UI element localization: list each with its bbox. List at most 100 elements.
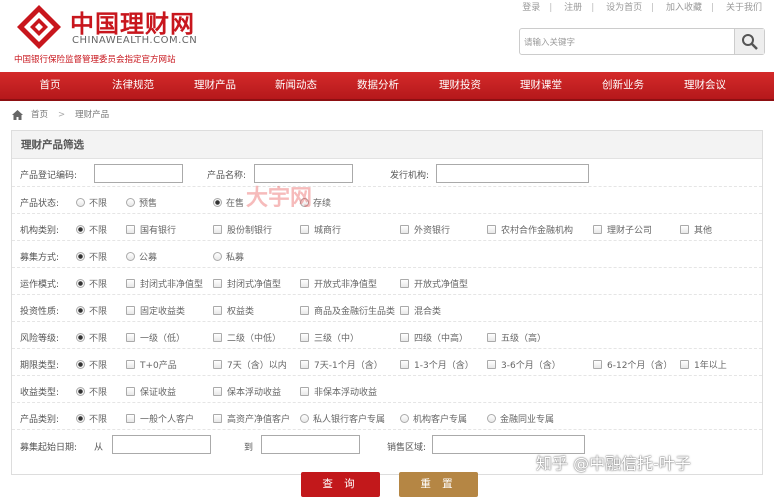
invest-option-derivatives[interactable]: 商品及金融衍生品类 xyxy=(300,304,395,317)
date-to-input[interactable] xyxy=(261,435,360,454)
checkbox-icon[interactable] xyxy=(126,279,135,288)
radio-icon[interactable] xyxy=(400,414,409,423)
raise-option-private[interactable]: 私募 xyxy=(213,250,244,263)
term-option-1y[interactable]: 1年以上 xyxy=(680,358,727,371)
org-option-subsidiary[interactable]: 理财子公司 xyxy=(593,223,652,236)
ptype-option-all[interactable]: 不限 xyxy=(76,412,107,425)
risk-option-2[interactable]: 二级（中低） xyxy=(213,331,281,344)
raise-option-public[interactable]: 公募 xyxy=(126,250,157,263)
risk-option-4[interactable]: 四级（中高） xyxy=(400,331,468,344)
nav-products[interactable]: 理财产品 xyxy=(186,72,244,99)
term-option-6m[interactable]: 3-6个月（含） xyxy=(487,358,561,371)
nav-conference[interactable]: 理财会议 xyxy=(676,72,734,99)
about-link[interactable]: 关于我们 xyxy=(726,0,762,13)
nav-class[interactable]: 理财课堂 xyxy=(512,72,570,99)
yield-option-all[interactable]: 不限 xyxy=(76,385,107,398)
radio-icon[interactable] xyxy=(76,198,85,207)
query-button[interactable]: 查 询 xyxy=(301,472,380,497)
nav-home[interactable]: 首页 xyxy=(24,72,76,99)
checkbox-icon[interactable] xyxy=(213,387,222,396)
yield-option-nonprincipal[interactable]: 非保本浮动收益 xyxy=(300,385,377,398)
radio-checked-icon[interactable] xyxy=(76,279,85,288)
radio-icon[interactable] xyxy=(213,252,222,261)
ptype-option-hnw[interactable]: 高资产净值客户 xyxy=(213,412,290,425)
risk-option-1[interactable]: 一级（低） xyxy=(126,331,185,344)
login-link[interactable]: 登录 xyxy=(522,0,540,13)
checkbox-icon[interactable] xyxy=(593,360,602,369)
org-option-state[interactable]: 国有银行 xyxy=(126,223,176,236)
checkbox-icon[interactable] xyxy=(680,360,689,369)
org-option-city[interactable]: 城商行 xyxy=(300,223,341,236)
checkbox-icon[interactable] xyxy=(593,225,602,234)
register-link[interactable]: 注册 xyxy=(564,0,582,13)
ptype-option-institution[interactable]: 机构客户专属 xyxy=(400,412,467,425)
nav-data[interactable]: 数据分析 xyxy=(349,72,407,99)
operation-option-open-nav[interactable]: 开放式净值型 xyxy=(400,277,468,290)
org-option-joint-stock[interactable]: 股份制银行 xyxy=(213,223,272,236)
invest-option-equity[interactable]: 权益类 xyxy=(213,304,254,317)
checkbox-icon[interactable] xyxy=(300,333,309,342)
operation-option-closed-nonnav[interactable]: 封闭式非净值型 xyxy=(126,277,203,290)
search-input[interactable]: 请输入关键字 xyxy=(524,36,575,48)
checkbox-icon[interactable] xyxy=(300,279,309,288)
reg-code-input[interactable] xyxy=(94,164,183,183)
org-option-rural[interactable]: 农村合作金融机构 xyxy=(487,223,573,236)
checkbox-icon[interactable] xyxy=(300,306,309,315)
search-box[interactable]: 请输入关键字 xyxy=(519,28,765,55)
status-option-all[interactable]: 不限 xyxy=(76,196,107,209)
issuer-input[interactable] xyxy=(436,164,589,183)
invest-option-mixed[interactable]: 混合类 xyxy=(400,304,441,317)
term-option-t0[interactable]: T+0产品 xyxy=(126,358,177,371)
ptype-option-individual[interactable]: 一般个人客户 xyxy=(126,412,194,425)
yield-option-principal-floating[interactable]: 保本浮动收益 xyxy=(213,385,281,398)
radio-checked-icon[interactable] xyxy=(76,252,85,261)
risk-option-5[interactable]: 五级（高） xyxy=(487,331,546,344)
home-icon[interactable] xyxy=(12,109,23,120)
radio-checked-icon[interactable] xyxy=(76,306,85,315)
checkbox-icon[interactable] xyxy=(400,360,409,369)
date-from-input[interactable] xyxy=(112,435,211,454)
checkbox-icon[interactable] xyxy=(213,225,222,234)
checkbox-icon[interactable] xyxy=(300,387,309,396)
checkbox-icon[interactable] xyxy=(126,333,135,342)
checkbox-icon[interactable] xyxy=(400,306,409,315)
term-option-7d[interactable]: 7天（含）以内 xyxy=(213,358,287,371)
status-option-onsale[interactable]: 在售 xyxy=(213,196,244,209)
risk-option-all[interactable]: 不限 xyxy=(76,331,107,344)
status-option-presale[interactable]: 预售 xyxy=(126,196,157,209)
radio-icon[interactable] xyxy=(126,198,135,207)
yield-option-guaranteed[interactable]: 保证收益 xyxy=(126,385,176,398)
radio-icon[interactable] xyxy=(126,252,135,261)
checkbox-icon[interactable] xyxy=(680,225,689,234)
search-button[interactable] xyxy=(734,29,764,54)
radio-checked-icon[interactable] xyxy=(76,414,85,423)
term-option-1m[interactable]: 7天-1个月（含） xyxy=(300,358,383,371)
operation-option-open-nonnav[interactable]: 开放式非净值型 xyxy=(300,277,377,290)
radio-checked-icon[interactable] xyxy=(76,387,85,396)
checkbox-icon[interactable] xyxy=(213,360,222,369)
radio-icon[interactable] xyxy=(300,414,309,423)
checkbox-icon[interactable] xyxy=(126,387,135,396)
checkbox-icon[interactable] xyxy=(126,225,135,234)
nav-invest[interactable]: 理财投资 xyxy=(431,72,489,99)
nav-innovation[interactable]: 创新业务 xyxy=(594,72,652,99)
operation-option-closed-nav[interactable]: 封闭式净值型 xyxy=(213,277,281,290)
checkbox-icon[interactable] xyxy=(213,306,222,315)
checkbox-icon[interactable] xyxy=(213,414,222,423)
raise-option-all[interactable]: 不限 xyxy=(76,250,107,263)
radio-checked-icon[interactable] xyxy=(213,198,222,207)
checkbox-icon[interactable] xyxy=(300,360,309,369)
nav-news[interactable]: 新闻动态 xyxy=(267,72,325,99)
org-option-all[interactable]: 不限 xyxy=(76,223,107,236)
radio-checked-icon[interactable] xyxy=(76,360,85,369)
set-homepage-link[interactable]: 设为首页 xyxy=(606,0,642,13)
radio-icon[interactable] xyxy=(487,414,496,423)
invest-option-fixed[interactable]: 固定收益类 xyxy=(126,304,185,317)
checkbox-icon[interactable] xyxy=(213,333,222,342)
checkbox-icon[interactable] xyxy=(300,225,309,234)
org-option-foreign[interactable]: 外资银行 xyxy=(400,223,450,236)
reset-button[interactable]: 重 置 xyxy=(399,472,478,497)
ptype-option-interbank[interactable]: 金融同业专属 xyxy=(487,412,554,425)
checkbox-icon[interactable] xyxy=(126,306,135,315)
radio-checked-icon[interactable] xyxy=(76,225,85,234)
